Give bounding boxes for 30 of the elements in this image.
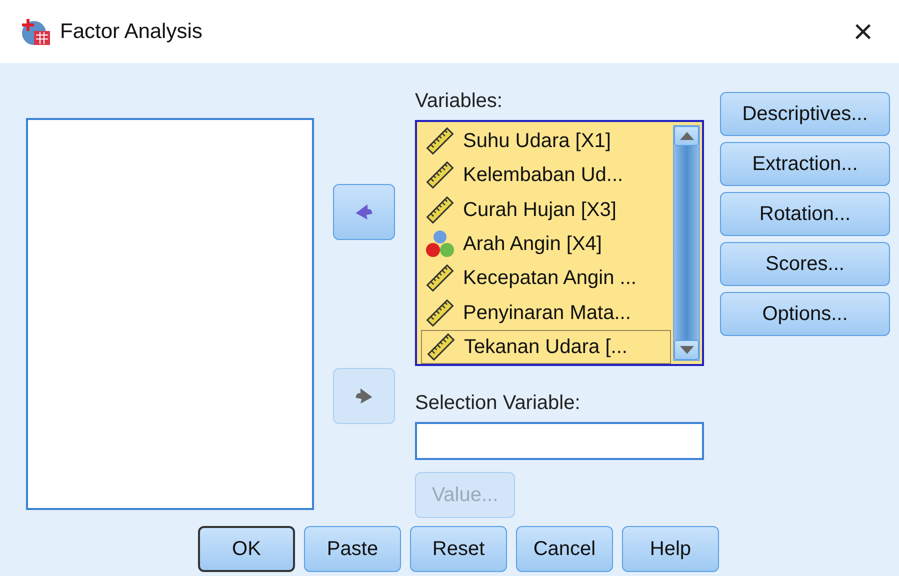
variable-item[interactable]: Penyinaran Mata... (421, 295, 671, 330)
variable-item[interactable]: Curah Hujan [X3] (421, 192, 671, 227)
variable-item[interactable]: Tekanan Udara [... (421, 330, 671, 364)
source-variable-list[interactable] (26, 118, 314, 510)
variables-label: Variables: (415, 89, 504, 114)
scroll-down-icon (680, 346, 694, 354)
three-balls-icon (425, 229, 455, 260)
scroll-up-icon (680, 132, 694, 140)
window-title: Factor Analysis (60, 18, 202, 45)
cancel-button[interactable]: Cancel (516, 526, 613, 572)
close-button[interactable]: × (847, 14, 879, 48)
variables-list[interactable]: Suhu Udara [X1] Kelembaban Ud... Curah Hujan [X3] Arah Angin [X4] Kecepatan Angin ... Penyinaran Mata... Tekanan Udara [... (415, 120, 704, 366)
descriptives-button[interactable]: Descriptives... (720, 92, 890, 136)
rotation-button[interactable]: Rotation... (720, 192, 890, 236)
paste-button[interactable]: Paste (304, 526, 401, 572)
app-icon (20, 16, 52, 46)
options-button[interactable]: Options... (720, 292, 890, 336)
move-button[interactable] (333, 184, 395, 240)
scrollbar[interactable] (673, 125, 700, 361)
variable-item[interactable]: Kecepatan Angin ... (421, 261, 671, 296)
reset-button[interactable]: Reset (410, 526, 507, 572)
help-button[interactable]: Help (622, 526, 719, 572)
variable-item[interactable]: Suhu Udara [X1] (421, 124, 671, 158)
variable-item[interactable]: Arah Angin [X4] (421, 226, 671, 262)
selection-variable-label: Selection Variable: (415, 391, 582, 416)
selection-variable-field[interactable] (415, 422, 704, 460)
variable-item[interactable]: Kelembaban Ud... (421, 158, 671, 193)
extraction-button[interactable]: Extraction... (720, 142, 890, 186)
ok-button[interactable]: OK (198, 526, 295, 572)
scores-button[interactable]: Scores... (720, 242, 890, 286)
